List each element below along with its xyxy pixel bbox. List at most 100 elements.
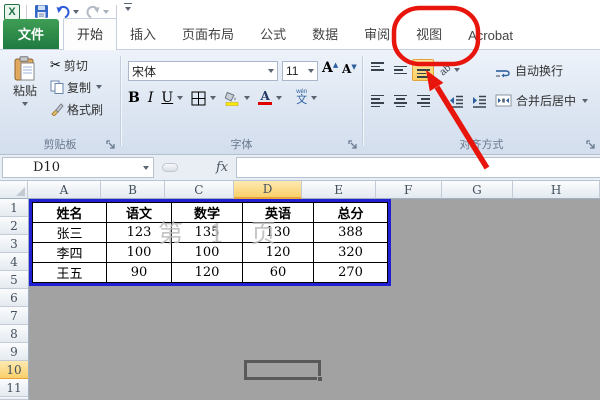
- wrap-text-button[interactable]: 自动换行: [495, 62, 563, 79]
- row-header-6[interactable]: 6: [0, 289, 29, 307]
- cut-button[interactable]: ✂ 剪切: [48, 55, 90, 75]
- font-name-combo[interactable]: 宋体: [128, 61, 278, 81]
- copy-dropdown[interactable]: [96, 85, 102, 89]
- cell-d4[interactable]: 60: [243, 263, 314, 283]
- font-color-dropdown[interactable]: [276, 96, 282, 100]
- row-header-3[interactable]: 3: [0, 235, 29, 253]
- format-painter-button[interactable]: 格式刷: [48, 99, 105, 119]
- name-box-dropdown[interactable]: [143, 166, 149, 170]
- increase-indent-button[interactable]: [468, 90, 490, 112]
- cell-e4[interactable]: 270: [314, 263, 388, 283]
- phonetic-dropdown[interactable]: [311, 96, 317, 100]
- cell-c3[interactable]: 100: [172, 243, 243, 263]
- cell-b1[interactable]: 语文: [107, 203, 172, 223]
- formula-bar-splitter[interactable]: [162, 163, 178, 172]
- tab-view[interactable]: 视图: [403, 19, 455, 49]
- paste-button[interactable]: 粘贴: [6, 56, 44, 132]
- orientation-dropdown[interactable]: [454, 68, 460, 72]
- clipboard-dialog-launcher[interactable]: [106, 140, 116, 150]
- tab-review[interactable]: 审阅: [351, 19, 403, 49]
- name-box[interactable]: D10: [2, 157, 154, 178]
- row-header-2[interactable]: 2: [0, 217, 29, 235]
- font-size-combo[interactable]: 11: [282, 61, 318, 81]
- row-header-7[interactable]: 7: [0, 307, 29, 325]
- font-dialog-launcher[interactable]: [348, 140, 358, 150]
- group-alignment: ab 自动换行: [363, 50, 600, 154]
- row-header-5[interactable]: 5: [0, 271, 29, 289]
- align-right-button[interactable]: [412, 90, 434, 112]
- column-header-d[interactable]: D: [234, 181, 303, 199]
- row-header-11[interactable]: 11: [0, 379, 29, 397]
- align-middle-button[interactable]: [389, 59, 411, 81]
- tab-data[interactable]: 数据: [299, 19, 351, 49]
- column-header-g[interactable]: G: [442, 181, 514, 199]
- tab-acrobat[interactable]: Acrobat: [455, 23, 526, 49]
- font-color-button[interactable]: A: [258, 91, 272, 105]
- borders-button[interactable]: [191, 91, 206, 106]
- row-header-4[interactable]: 4: [0, 253, 29, 271]
- cell-e2[interactable]: 388: [314, 223, 388, 243]
- cell-a2[interactable]: 张三: [33, 223, 107, 243]
- tab-file[interactable]: 文件: [3, 19, 59, 49]
- merge-center-button[interactable]: 合并后居中: [495, 92, 588, 109]
- tab-insert[interactable]: 插入: [117, 19, 169, 49]
- underline-dropdown[interactable]: [177, 96, 183, 100]
- up-arrow-icon: ▲: [333, 60, 338, 69]
- phonetic-char: 文: [296, 95, 307, 106]
- column-header-h[interactable]: H: [513, 181, 600, 199]
- formula-input[interactable]: [236, 157, 600, 178]
- cell-c4[interactable]: 120: [172, 263, 243, 283]
- cell-b4[interactable]: 90: [107, 263, 172, 283]
- save-button[interactable]: [33, 3, 50, 21]
- cell-e1[interactable]: 总分: [314, 203, 388, 223]
- cell-e3[interactable]: 320: [314, 243, 388, 263]
- phonetic-button[interactable]: wén 文: [296, 90, 307, 106]
- row-header-8[interactable]: 8: [0, 325, 29, 343]
- fill-color-dropdown[interactable]: [244, 96, 250, 100]
- chevron-down-icon: [125, 7, 131, 11]
- cell-a4[interactable]: 王五: [33, 263, 107, 283]
- column-header-f[interactable]: F: [376, 181, 442, 199]
- align-bottom-button[interactable]: [412, 59, 434, 81]
- column-header-c[interactable]: C: [165, 181, 234, 199]
- row-header-1[interactable]: 1: [0, 199, 29, 217]
- align-center-button[interactable]: [389, 90, 411, 112]
- tab-home[interactable]: 开始: [63, 18, 117, 50]
- column-header-a[interactable]: A: [28, 181, 101, 199]
- row-header-9[interactable]: 9: [0, 343, 29, 361]
- bold-button[interactable]: B: [128, 90, 140, 106]
- undo-dropdown[interactable]: [73, 10, 79, 14]
- underline-button[interactable]: U: [161, 90, 173, 106]
- borders-dropdown[interactable]: [210, 96, 216, 100]
- cell-a3[interactable]: 李四: [33, 243, 107, 263]
- column-header-b[interactable]: B: [101, 181, 165, 199]
- decrease-indent-button[interactable]: [445, 90, 467, 112]
- column-header-e[interactable]: E: [302, 181, 375, 199]
- cell-d2[interactable]: 130: [243, 223, 314, 243]
- cell-c1[interactable]: 数学: [172, 203, 243, 223]
- cell-a1[interactable]: 姓名: [33, 203, 107, 223]
- cell-b3[interactable]: 100: [107, 243, 172, 263]
- cell-b2[interactable]: 123: [107, 223, 172, 243]
- italic-button[interactable]: I: [148, 90, 154, 106]
- cell-d1[interactable]: 英语: [243, 203, 314, 223]
- row-header-10[interactable]: 10: [0, 361, 29, 379]
- grow-font-button[interactable]: A▲: [322, 60, 338, 76]
- fill-color-button[interactable]: [224, 90, 240, 106]
- tab-page-layout[interactable]: 页面布局: [169, 19, 247, 49]
- qat-customize-button[interactable]: [123, 3, 133, 21]
- merge-center-dropdown[interactable]: [582, 99, 588, 103]
- fill-handle[interactable]: [317, 376, 323, 382]
- paste-dropdown[interactable]: [22, 102, 28, 106]
- alignment-dialog-launcher[interactable]: [586, 140, 596, 150]
- copy-button[interactable]: 复制: [48, 77, 104, 97]
- orientation-button[interactable]: ab: [435, 59, 465, 81]
- select-all-button[interactable]: [0, 181, 28, 199]
- insert-function-button[interactable]: fx: [216, 160, 228, 175]
- shrink-font-button[interactable]: A▼: [342, 62, 357, 76]
- align-top-button[interactable]: [366, 59, 388, 81]
- cell-c2[interactable]: 135: [172, 223, 243, 243]
- cell-d3[interactable]: 120: [243, 243, 314, 263]
- align-left-button[interactable]: [366, 90, 388, 112]
- tab-formulas[interactable]: 公式: [247, 19, 299, 49]
